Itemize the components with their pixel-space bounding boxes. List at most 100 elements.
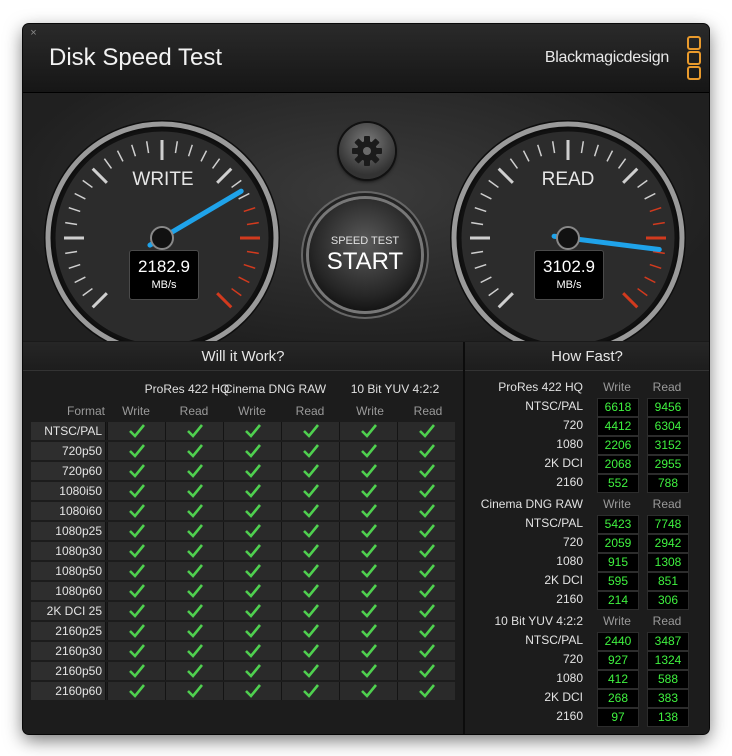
check-cell	[107, 582, 165, 600]
checkmark-icon	[418, 604, 435, 618]
write-speed-cell: 2068	[597, 455, 639, 474]
format-label: 1080p30	[55, 544, 102, 558]
check-cell	[165, 462, 223, 480]
write-speed-cell: 5423	[597, 515, 639, 534]
read-gauge-label: READ	[541, 169, 595, 190]
codec-section-name: 10 Bit YUV 4:2:2	[494, 614, 584, 628]
format-cell: 1080p50	[31, 562, 106, 580]
write-speed-cell: 552	[597, 474, 639, 493]
checkmark-icon	[186, 444, 203, 458]
check-cell	[281, 662, 339, 680]
format-label: 1080i60	[59, 504, 102, 518]
checkmark-icon	[360, 684, 377, 698]
write-column-header: Write	[603, 614, 631, 628]
checkmark-icon	[360, 544, 377, 558]
checkmark-icon	[302, 684, 319, 698]
write-speed-cell: 2206	[597, 436, 639, 455]
write-gauge-hub	[150, 226, 174, 250]
checkmark-icon	[244, 644, 261, 658]
format-label: 1080p50	[55, 564, 102, 578]
format-cell: 1080i50	[31, 482, 106, 500]
write-speed-cell: 4412	[597, 417, 639, 436]
check-cell	[397, 462, 455, 480]
check-cell	[339, 442, 397, 460]
check-cell	[165, 502, 223, 520]
table-row: 1080i60	[31, 502, 459, 520]
will-it-work-panel: Will it Work? ProRes 422 HQ Cinema DNG RA…	[23, 342, 465, 734]
checkmark-icon	[302, 624, 319, 638]
settings-button[interactable]	[339, 123, 395, 179]
checkmark-icon	[244, 444, 261, 458]
read-speed-cell: 2955	[647, 455, 689, 474]
check-cell	[397, 502, 455, 520]
format-cell: 720p60	[31, 462, 106, 480]
check-cell	[281, 462, 339, 480]
write-speed-cell: 6618	[597, 398, 639, 417]
how-fast-panel: How Fast? ProRes 422 HQ Write Read NTSC/PAL…	[465, 342, 709, 734]
check-cell	[223, 422, 281, 440]
format-label: 2160p25	[55, 624, 102, 638]
start-button-caption: SPEED TEST	[330, 235, 400, 247]
check-cell	[339, 542, 397, 560]
checkmark-icon	[244, 544, 261, 558]
check-cell	[397, 642, 455, 660]
write-speed-unit: MB/s	[151, 279, 177, 291]
checkmark-icon	[302, 564, 319, 578]
checkmark-icon	[418, 464, 435, 478]
checkmark-icon	[360, 524, 377, 538]
checkmark-icon	[128, 424, 145, 438]
checkmark-icon	[186, 644, 203, 658]
checkmark-icon	[186, 544, 203, 558]
write-speed-cell: 2059	[597, 534, 639, 553]
check-cell	[223, 542, 281, 560]
check-cell	[281, 622, 339, 640]
checkmark-icon	[418, 544, 435, 558]
checkmark-icon	[360, 644, 377, 658]
checkmark-icon	[418, 424, 435, 438]
check-cell	[281, 542, 339, 560]
speed-row-label: 2K DCI	[544, 690, 583, 704]
check-cell	[281, 442, 339, 460]
check-cell	[281, 602, 339, 620]
read-speed-value: 3102.9	[543, 257, 595, 276]
checkmark-icon	[186, 684, 203, 698]
close-icon[interactable]: ×	[28, 28, 39, 39]
checkmark-icon	[360, 624, 377, 638]
check-cell	[339, 522, 397, 540]
blackmagic-logo-icon	[687, 36, 701, 80]
checkmark-icon	[186, 604, 203, 618]
format-label: NTSC/PAL	[44, 424, 102, 438]
checkmark-icon	[128, 644, 145, 658]
checkmark-icon	[418, 504, 435, 518]
check-cell	[281, 642, 339, 660]
start-button[interactable]: SPEED TEST START	[309, 199, 421, 311]
check-cell	[339, 622, 397, 640]
checkmark-icon	[186, 664, 203, 678]
check-cell	[223, 662, 281, 680]
check-cell	[397, 522, 455, 540]
check-cell	[339, 462, 397, 480]
read-column-header: Read	[295, 404, 325, 418]
check-cell	[281, 562, 339, 580]
check-cell	[107, 662, 165, 680]
checkmark-icon	[244, 424, 261, 438]
checkmark-icon	[244, 684, 261, 698]
check-cell	[107, 682, 165, 700]
write-speed-cell: 595	[597, 572, 639, 591]
checkmark-icon	[244, 664, 261, 678]
check-cell	[107, 462, 165, 480]
checkmark-icon	[244, 504, 261, 518]
checkmark-icon	[244, 484, 261, 498]
table-row: 2160p25	[31, 622, 459, 640]
write-speed-cell: 2440	[597, 632, 639, 651]
format-cell: 720p50	[31, 442, 106, 460]
check-cell	[165, 602, 223, 620]
table-row: 720p50	[31, 442, 459, 460]
table-row: 2160p30	[31, 642, 459, 660]
checkmark-icon	[418, 444, 435, 458]
check-cell	[397, 482, 455, 500]
checkmark-icon	[244, 464, 261, 478]
check-cell	[397, 542, 455, 560]
checkmark-icon	[360, 564, 377, 578]
check-cell	[107, 642, 165, 660]
